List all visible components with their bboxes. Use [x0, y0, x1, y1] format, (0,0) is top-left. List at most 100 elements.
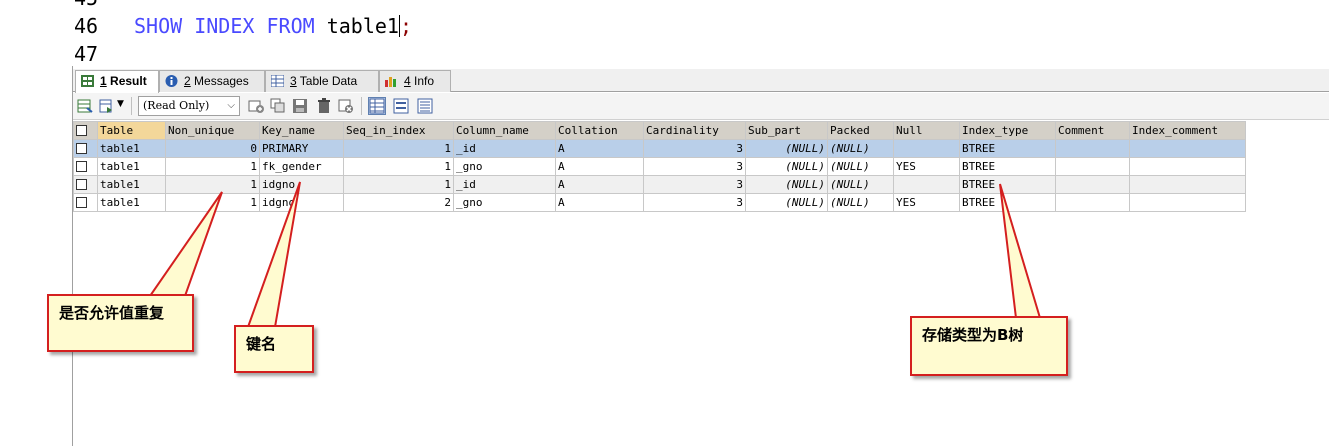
column-header[interactable]: Index_type	[959, 121, 1056, 140]
table-cell[interactable]: 1	[343, 175, 454, 194]
header-row: Table Non_unique Key_name Seq_in_index C…	[73, 121, 1246, 140]
table-cell[interactable]: A	[555, 139, 644, 158]
table-cell[interactable]: 3	[643, 175, 746, 194]
table-cell[interactable]	[893, 139, 960, 158]
table-cell[interactable]: table1	[97, 175, 166, 194]
tab-info[interactable]: 4 Info	[379, 70, 451, 92]
column-header[interactable]: Seq_in_index	[343, 121, 454, 140]
save-icon[interactable]	[292, 98, 308, 114]
table-cell[interactable]	[1055, 175, 1130, 194]
index-table: Table Non_unique Key_name Seq_in_index C…	[73, 121, 1246, 212]
sql-editor[interactable]: 45 46 47 SHOW INDEX FROM table1;	[0, 0, 1329, 66]
table-cell[interactable]: A	[555, 157, 644, 176]
copy-to-clipboard-icon[interactable]	[99, 98, 115, 114]
table-cell[interactable]: 1	[343, 139, 454, 158]
table-cell[interactable]: idgno	[259, 193, 344, 212]
toolbar-divider	[131, 97, 132, 115]
column-header[interactable]: Column_name	[453, 121, 556, 140]
callout-text: 是否允许值重复	[59, 304, 165, 322]
table-cell[interactable]	[893, 175, 960, 194]
table-cell[interactable]: 1	[343, 157, 454, 176]
table-cell[interactable]: 3	[643, 193, 746, 212]
non-unique-callout: 是否允许值重复	[47, 294, 194, 352]
table-cell[interactable]: _gno	[453, 193, 556, 212]
table-cell[interactable]: fk_gender	[259, 157, 344, 176]
table-cell[interactable]: A	[555, 193, 644, 212]
table-cell[interactable]: YES	[893, 193, 960, 212]
table-cell[interactable]: PRIMARY	[259, 139, 344, 158]
table-cell[interactable]: 1	[165, 157, 260, 176]
column-header[interactable]: Table	[97, 121, 166, 140]
table-cell[interactable]: table1	[97, 139, 166, 158]
cancel-changes-icon[interactable]	[338, 98, 354, 114]
table-row[interactable]: table1 0 PRIMARY 1 _id A 3 (NULL) (NULL)…	[73, 139, 1246, 158]
table-cell[interactable]: table1	[97, 157, 166, 176]
row-checkbox[interactable]	[73, 193, 98, 212]
column-header[interactable]: Comment	[1055, 121, 1130, 140]
table-cell[interactable]: (NULL)	[745, 157, 828, 176]
duplicate-row-icon[interactable]	[270, 98, 286, 114]
table-cell[interactable]: _gno	[453, 157, 556, 176]
sql-statement[interactable]: SHOW INDEX FROM table1;	[134, 12, 412, 40]
table-cell[interactable]: A	[555, 175, 644, 194]
table-cell[interactable]: (NULL)	[827, 175, 894, 194]
chevron-down-icon: ⌵	[227, 100, 235, 111]
row-checkbox[interactable]	[73, 175, 98, 194]
table-row[interactable]: table1 1 idgno 2 _gno A 3 (NULL) (NULL) …	[73, 193, 1246, 212]
table-cell[interactable]: (NULL)	[745, 139, 828, 158]
table-row[interactable]: table1 1 fk_gender 1 _gno A 3 (NULL) (NU…	[73, 157, 1246, 176]
table-cell[interactable]: (NULL)	[827, 193, 894, 212]
table-cell[interactable]	[1055, 157, 1130, 176]
table-cell[interactable]: _id	[453, 175, 556, 194]
index-type-callout: 存储类型为B树	[910, 316, 1068, 376]
table-cell[interactable]: 3	[643, 139, 746, 158]
table-row[interactable]: table1 1 idgno 1 _id A 3 (NULL) (NULL) B…	[73, 175, 1246, 194]
tab-messages[interactable]: 2 Messages	[159, 70, 265, 92]
table-cell[interactable]: table1	[97, 193, 166, 212]
column-header[interactable]: Cardinality	[643, 121, 746, 140]
table-cell[interactable]: BTREE	[959, 175, 1056, 194]
column-header[interactable]: Index_comment	[1129, 121, 1246, 140]
table-cell[interactable]	[1129, 139, 1246, 158]
row-checkbox[interactable]	[73, 157, 98, 176]
table-cell[interactable]: BTREE	[959, 193, 1056, 212]
column-header[interactable]: Null	[893, 121, 960, 140]
result-mode-select[interactable]: (Read Only) ⌵	[138, 96, 240, 116]
table-cell[interactable]: (NULL)	[745, 175, 828, 194]
row-checkbox[interactable]	[73, 139, 98, 158]
column-header[interactable]: Non_unique	[165, 121, 260, 140]
table-cell[interactable]	[1129, 175, 1246, 194]
table-cell[interactable]	[1055, 139, 1130, 158]
column-header[interactable]: Key_name	[259, 121, 344, 140]
column-header[interactable]: Sub_part	[745, 121, 828, 140]
table-cell[interactable]: BTREE	[959, 157, 1056, 176]
column-header[interactable]: Packed	[827, 121, 894, 140]
table-cell[interactable]: 1	[165, 193, 260, 212]
table-cell[interactable]	[1129, 157, 1246, 176]
form-view-icon[interactable]	[393, 98, 409, 114]
table-cell[interactable]: YES	[893, 157, 960, 176]
table-cell[interactable]	[1055, 193, 1130, 212]
table-cell[interactable]: _id	[453, 139, 556, 158]
table-cell[interactable]: 0	[165, 139, 260, 158]
table-cell[interactable]	[1129, 193, 1246, 212]
table-cell[interactable]: 1	[165, 175, 260, 194]
table-cell[interactable]: idgno	[259, 175, 344, 194]
table-cell[interactable]: (NULL)	[827, 139, 894, 158]
table-cell[interactable]: (NULL)	[745, 193, 828, 212]
tab-result[interactable]: 1 Result	[75, 70, 159, 93]
select-all-checkbox[interactable]	[73, 121, 98, 140]
grid-view-icon[interactable]	[368, 97, 386, 115]
line-number-gutter: 45 46 47	[0, 0, 128, 66]
column-header[interactable]: Collation	[555, 121, 644, 140]
export-icon[interactable]	[77, 98, 93, 114]
table-cell[interactable]: (NULL)	[827, 157, 894, 176]
tab-table-data[interactable]: 3 Table Data	[265, 70, 379, 92]
table-cell[interactable]: 3	[643, 157, 746, 176]
delete-trash-icon[interactable]	[316, 98, 332, 114]
table-cell[interactable]: 2	[343, 193, 454, 212]
insert-row-icon[interactable]	[248, 98, 264, 114]
text-view-icon[interactable]	[417, 98, 433, 114]
table-cell[interactable]: BTREE	[959, 139, 1056, 158]
chevron-down-icon[interactable]: ▼	[117, 99, 124, 109]
